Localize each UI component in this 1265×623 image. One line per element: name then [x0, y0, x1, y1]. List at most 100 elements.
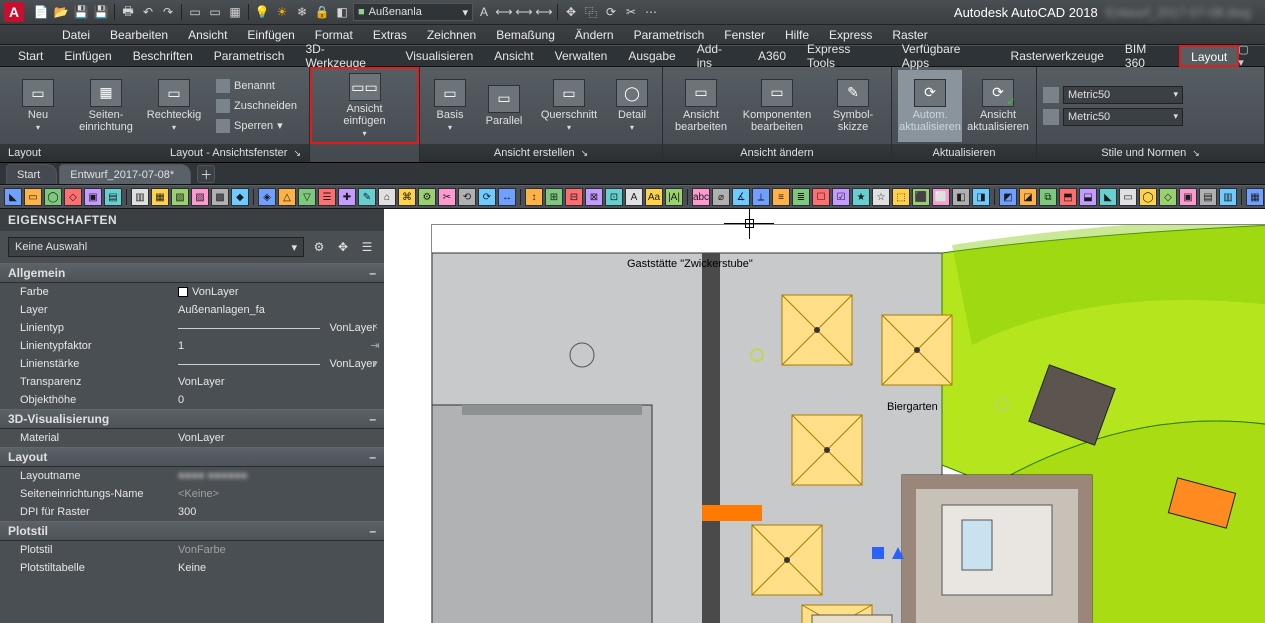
- toolbar-icon[interactable]: ☑: [832, 188, 850, 206]
- prop-ltscale[interactable]: Linientypfaktor1: [0, 337, 384, 355]
- toolbar-icon[interactable]: ⌘: [398, 188, 416, 206]
- toolbar-icon[interactable]: A: [625, 188, 643, 206]
- menu-ansicht[interactable]: Ansicht: [178, 26, 237, 44]
- menu-parametrisch[interactable]: Parametrisch: [624, 26, 715, 44]
- auto-update-button[interactable]: ⟳Autom. aktualisieren: [898, 70, 962, 142]
- prop-thickness[interactable]: Objekthöhe0: [0, 391, 384, 409]
- toolbar-icon[interactable]: ▦: [151, 188, 169, 206]
- toolbar-icon[interactable]: △: [278, 188, 296, 206]
- toolbar-icon[interactable]: ≡: [772, 188, 790, 206]
- toolbar-icon[interactable]: ⟲: [458, 188, 476, 206]
- tab-beschriften[interactable]: Beschriften: [123, 46, 204, 66]
- app-logo[interactable]: A: [4, 2, 24, 22]
- prop-linetype[interactable]: LinientypVonLayer: [0, 319, 384, 337]
- menu-hilfe[interactable]: Hilfe: [775, 26, 819, 44]
- toolbar-icon[interactable]: ▧: [171, 188, 189, 206]
- toolbar-icon[interactable]: ▥: [1219, 188, 1237, 206]
- toolbar-icon[interactable]: ◪: [1019, 188, 1037, 206]
- toolbar-icon[interactable]: ▣: [1179, 188, 1197, 206]
- menu-fenster[interactable]: Fenster: [714, 26, 775, 44]
- rect-viewport-button[interactable]: ▭Rechteckig▾: [142, 70, 206, 142]
- trim-icon[interactable]: ✂: [622, 3, 640, 21]
- text-icon[interactable]: A: [475, 3, 493, 21]
- named-viewports-button[interactable]: Benannt: [212, 77, 301, 95]
- batch-icon[interactable]: ▦: [226, 3, 244, 21]
- tab-3dwerkzeuge[interactable]: 3D-Werkzeuge: [295, 46, 395, 66]
- freeze-icon[interactable]: ❄: [293, 3, 311, 21]
- quick-select-icon[interactable]: ⚙: [310, 238, 328, 256]
- toolbar-icon[interactable]: ▤: [104, 188, 122, 206]
- toolbar-icon[interactable]: ◯: [1139, 188, 1157, 206]
- style-icon[interactable]: [1043, 87, 1059, 103]
- toolbar-icon[interactable]: ⚙: [418, 188, 436, 206]
- toolbar-icon[interactable]: ☐: [812, 188, 830, 206]
- toolbar-icon[interactable]: ▭: [1119, 188, 1137, 206]
- new-layout-button[interactable]: ▭Neu▾: [6, 70, 70, 142]
- tab-a360[interactable]: A360: [748, 46, 797, 66]
- tab-parametrisch[interactable]: Parametrisch: [204, 46, 296, 66]
- tab-addins[interactable]: Add-ins: [687, 46, 748, 66]
- toolbar-icon[interactable]: ▩: [211, 188, 229, 206]
- selection-combo[interactable]: Keine Auswahl▾: [8, 237, 304, 257]
- toolbar-icon[interactable]: ↕: [525, 188, 543, 206]
- props-icon[interactable]: ▭: [186, 3, 204, 21]
- toolbar-icon[interactable]: ↔: [498, 188, 516, 206]
- toolbar-icon[interactable]: ▥: [131, 188, 149, 206]
- toolbar-icon[interactable]: Aa: [645, 188, 663, 206]
- saveas-icon[interactable]: 💾: [92, 3, 110, 21]
- toolbar-icon[interactable]: ◣: [1099, 188, 1117, 206]
- new-drawing-tab[interactable]: ＋: [197, 165, 215, 183]
- menu-format[interactable]: Format: [305, 26, 363, 44]
- tab-bim360[interactable]: BIM 360: [1115, 46, 1180, 66]
- toolbar-icon[interactable]: ⊟: [565, 188, 583, 206]
- category-plotstyle[interactable]: Plotstil–: [0, 521, 384, 541]
- toolbar-icon[interactable]: ⟳: [478, 188, 496, 206]
- doctab-entwurf[interactable]: Entwurf_2017-07-08*: [59, 164, 191, 184]
- toolbar-icon[interactable]: ✂: [438, 188, 456, 206]
- layer-color-icon[interactable]: ◧: [333, 3, 351, 21]
- category-general[interactable]: Allgemein–: [0, 263, 384, 283]
- menu-extras[interactable]: Extras: [363, 26, 417, 44]
- menu-express[interactable]: Express: [819, 26, 882, 44]
- prop-plottable[interactable]: PlotstiltabelleKeine: [0, 559, 384, 577]
- category-layout[interactable]: Layout–: [0, 447, 384, 467]
- ribbon-collapse[interactable]: ▢ ▾: [1238, 46, 1265, 66]
- toolbar-icon[interactable]: ⊠: [585, 188, 603, 206]
- new-icon[interactable]: 📄: [32, 3, 50, 21]
- toolbar-icon[interactable]: ⧉: [1039, 188, 1057, 206]
- sun-icon[interactable]: ☀: [273, 3, 291, 21]
- drawing-canvas[interactable]: Gaststätte "Zwickerstube" Biergarten: [384, 209, 1265, 623]
- toolbar-icon[interactable]: ⟂: [752, 188, 770, 206]
- menu-bearbeiten[interactable]: Bearbeiten: [100, 26, 178, 44]
- tab-start[interactable]: Start: [8, 46, 54, 66]
- toolbar-icon[interactable]: ⌂: [378, 188, 396, 206]
- prop-layoutname[interactable]: Layoutname■■■■ ■■■■■■: [0, 467, 384, 485]
- tab-raster[interactable]: Rasterwerkzeuge: [1001, 46, 1115, 66]
- save-icon[interactable]: 💾: [72, 3, 90, 21]
- select-objects-icon[interactable]: ✥: [334, 238, 352, 256]
- tab-visualisieren[interactable]: Visualisieren: [395, 46, 484, 66]
- toolbar-icon[interactable]: |A|: [665, 188, 683, 206]
- section-style-combo[interactable]: Metric50▾: [1063, 86, 1183, 104]
- undo-icon[interactable]: ↶: [139, 3, 157, 21]
- toolbar-icon[interactable]: ◈: [258, 188, 276, 206]
- tab-apps[interactable]: Verfügbare Apps: [892, 46, 1001, 66]
- menu-bemassung[interactable]: Bemaßung: [486, 26, 565, 44]
- toolbar-icon[interactable]: ▤: [1199, 188, 1217, 206]
- toolbar-icon[interactable]: ◩: [999, 188, 1017, 206]
- move-icon[interactable]: ✥: [562, 3, 580, 21]
- symbol-sketch-button[interactable]: ✎Symbol- skizze: [821, 70, 885, 142]
- base-view-button[interactable]: ▭Basis▾: [426, 70, 474, 142]
- redo-icon[interactable]: ↷: [159, 3, 177, 21]
- prop-material[interactable]: MaterialVonLayer: [0, 429, 384, 447]
- more-icon[interactable]: ⋯: [642, 3, 660, 21]
- page-setup-button[interactable]: ▦Seiten- einrichtung: [74, 70, 138, 142]
- edit-components-button[interactable]: ▭Komponenten bearbeiten: [737, 70, 817, 142]
- parallel-view-button[interactable]: ▭Parallel: [478, 70, 530, 142]
- toolbar-icon[interactable]: ≣: [792, 188, 810, 206]
- update-view-button[interactable]: ⟳✔Ansicht aktualisieren: [966, 70, 1030, 142]
- tab-einfuegen[interactable]: Einfügen: [54, 46, 122, 66]
- plot-icon[interactable]: 🖶: [119, 3, 137, 21]
- tab-verwalten[interactable]: Verwalten: [545, 46, 619, 66]
- prop-layer[interactable]: LayerAußenanlagen_fa: [0, 301, 384, 319]
